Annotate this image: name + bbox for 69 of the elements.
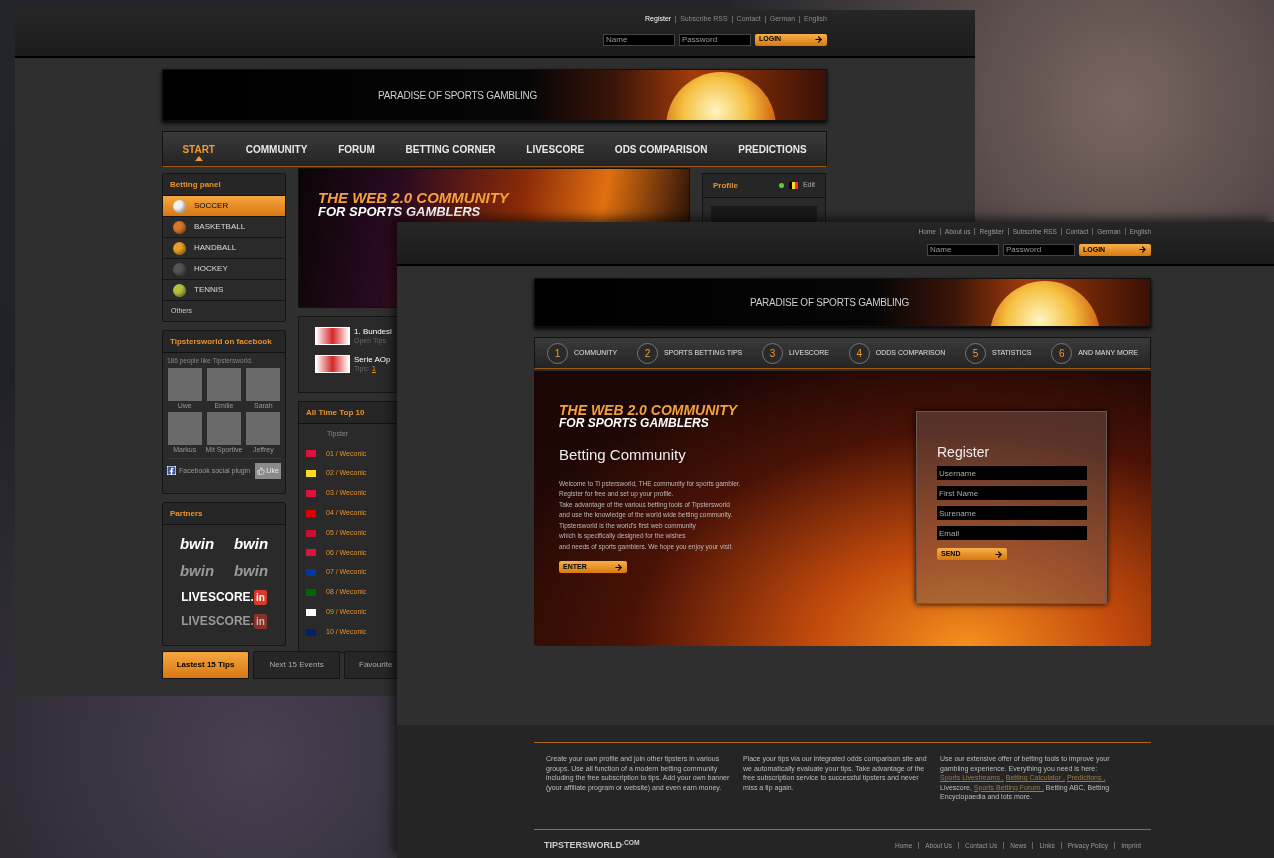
tab[interactable]: Lastest 15 Tips — [162, 651, 249, 679]
step-number: 4 — [848, 342, 870, 364]
league-name: 1. Bundesl — [354, 327, 392, 336]
hero-headline: THE WEB 2.0 COMMUNITY — [318, 190, 511, 205]
banner-title: PARADISE OF SPORTS GAMBLING — [750, 296, 910, 310]
input-field[interactable]: First Name — [937, 486, 1087, 500]
tab[interactable]: Favourite — [344, 651, 398, 679]
photo-placeholder — [246, 367, 281, 401]
league-logo-icon — [315, 327, 350, 345]
arrow-right-icon — [994, 549, 1003, 559]
step-number: 2 — [636, 342, 658, 364]
arrow-right-icon — [1138, 245, 1147, 255]
nav-item[interactable]: LIVESCORE — [526, 141, 585, 157]
arrow-right-icon — [814, 35, 823, 44]
livescore-logo[interactable]: LIVESCORE. — [181, 588, 254, 606]
photo-placeholder — [246, 411, 281, 445]
thumbs-up-icon — [257, 466, 266, 475]
password-field[interactable]: Password — [679, 33, 751, 46]
flag-icon — [788, 182, 798, 189]
panel-title: Profile — [713, 179, 738, 192]
sport-item[interactable]: BASKETBALL — [163, 217, 285, 238]
nav-item[interactable]: PREDICTIONS — [738, 141, 807, 157]
site-logo: TIPSTERSWORLD$^{.COM}$ — [544, 839, 640, 852]
panel-title: All Time Top 10 — [306, 406, 365, 419]
league-logo-icon — [315, 355, 350, 373]
input-field[interactable]: Email — [937, 526, 1087, 540]
photo-placeholder — [207, 367, 241, 401]
arrow-right-icon — [614, 562, 623, 572]
panel-title: Partners — [170, 507, 203, 520]
sport-item[interactable]: HANDBALL — [163, 238, 285, 259]
panel-title: Betting panel — [170, 178, 221, 191]
photo-placeholder — [167, 367, 202, 401]
tab[interactable]: Next 15 Events — [253, 651, 340, 679]
hero-subline: FOR SPORTS GAMBLERS — [559, 417, 710, 430]
nav-item[interactable]: ODS COMPARISON — [614, 141, 708, 157]
sport-item[interactable]: SOCCER — [163, 196, 285, 217]
logo-badge: in — [253, 589, 267, 605]
nav-item[interactable]: FORUM — [338, 141, 375, 157]
password-field[interactable]: Password — [1003, 243, 1075, 256]
active-marker-icon — [194, 155, 203, 161]
name-field[interactable]: Name — [927, 243, 999, 256]
section-title: Betting Community — [559, 445, 687, 465]
bwin-logo[interactable]: bwin — [227, 533, 275, 556]
step-number: 6 — [1051, 342, 1073, 364]
sport-item[interactable]: TENNIS — [163, 280, 285, 301]
facebook-icon — [167, 466, 176, 476]
livescore-logo[interactable]: LIVESCORE. — [181, 612, 254, 630]
input-field[interactable]: Username — [937, 466, 1087, 480]
bwin-logo[interactable]: bwin — [173, 559, 221, 582]
sport-item[interactable]: HOCKEY — [163, 259, 285, 280]
logo-badge: in — [253, 613, 267, 629]
league-name: Serie AOp — [354, 355, 391, 364]
photo-placeholder — [207, 411, 241, 445]
panel-title: Tipstersworld on facebook — [170, 335, 272, 348]
register-title: Register — [937, 444, 991, 460]
bwin-logo[interactable]: bwin — [227, 559, 275, 582]
hero-subline: FOR SPORTS GAMBLERS — [318, 205, 482, 219]
name-field[interactable]: Name — [603, 33, 675, 46]
nav-item[interactable]: START — [182, 141, 215, 157]
nav-item[interactable]: COMMUNITY — [245, 141, 308, 157]
step-number: 1 — [547, 342, 568, 364]
input-field[interactable]: Surename — [937, 506, 1087, 520]
bwin-logo[interactable]: bwin — [173, 533, 221, 556]
photo-placeholder — [167, 411, 202, 445]
hero-headline: THE WEB 2.0 COMMUNITY — [559, 403, 739, 417]
step-number: 3 — [761, 342, 783, 364]
step-number: 5 — [965, 342, 986, 364]
banner-title: PARADISE OF SPORTS GAMBLING — [378, 88, 538, 103]
nav-item[interactable]: BETTING CORNER — [405, 141, 496, 157]
